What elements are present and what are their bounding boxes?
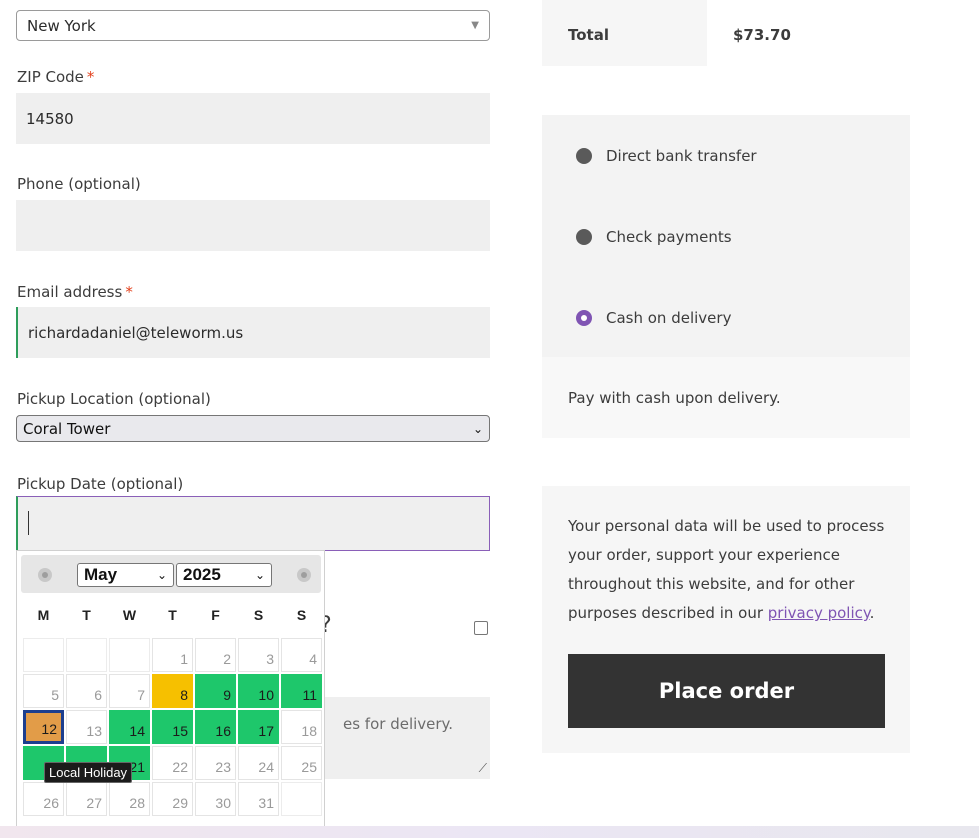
zip-label: ZIP Code * xyxy=(17,68,95,86)
calendar-day: 18 xyxy=(281,710,322,744)
calendar-empty-cell xyxy=(66,638,107,672)
weekday-label: S xyxy=(253,607,264,623)
payment-option-label: Cash on delivery xyxy=(606,309,732,327)
weekday-label: W xyxy=(122,607,137,623)
privacy-panel: Your personal data will be used to proce… xyxy=(542,486,910,753)
calendar-day: 22 xyxy=(152,746,193,780)
calendar-day: 30 xyxy=(195,782,236,816)
chevron-down-icon: ⌄ xyxy=(254,568,265,582)
email-label: Email address * xyxy=(17,283,133,301)
payment-option-cod[interactable]: Cash on delivery xyxy=(576,309,731,327)
weekday-label: M xyxy=(37,607,50,623)
month-select-value: May xyxy=(84,565,118,584)
zip-input[interactable] xyxy=(16,93,490,144)
total-value: $73.70 xyxy=(733,26,791,44)
calendar-day: 27 xyxy=(66,782,107,816)
weekday-label: S xyxy=(296,607,307,623)
pickup-location-value: Coral Tower xyxy=(23,419,111,438)
privacy-notice: Your personal data will be used to proce… xyxy=(568,512,893,628)
calendar-day: 26 xyxy=(23,782,64,816)
required-mark: * xyxy=(86,68,95,86)
calendar-empty-cell xyxy=(281,782,322,816)
calendar-day: 2 xyxy=(195,638,236,672)
calendar-day: 1 xyxy=(152,638,193,672)
phone-label: Phone (optional) xyxy=(17,175,141,193)
total-label-cell: Total xyxy=(542,0,707,66)
weekday-label: T xyxy=(168,607,177,623)
calendar-day: 13 xyxy=(66,710,107,744)
option-checkbox[interactable] xyxy=(474,621,488,635)
calendar-day: 3 xyxy=(238,638,279,672)
calendar-grid: 1234567891011121314151617181920212223242… xyxy=(22,637,323,817)
resize-handle-icon: ⟋ xyxy=(478,761,487,775)
radio-icon[interactable] xyxy=(576,148,592,164)
order-notes-textarea[interactable]: es for delivery. ⟋ xyxy=(300,697,490,779)
calendar-day[interactable]: 17 xyxy=(238,710,279,744)
weekday-label: T xyxy=(82,607,91,623)
datepicker-header: May ⌄ 2025 ⌄ xyxy=(21,555,321,593)
dropdown-arrow-icon: ▼ xyxy=(471,20,479,31)
next-month-icon[interactable] xyxy=(297,568,311,582)
calendar-day[interactable]: 15 xyxy=(152,710,193,744)
calendar-empty-cell xyxy=(109,638,150,672)
total-label: Total xyxy=(568,26,609,44)
calendar-day: 12 xyxy=(23,710,64,744)
calendar-day: 4 xyxy=(281,638,322,672)
text-caret xyxy=(28,511,29,535)
calendar-day: 6 xyxy=(66,674,107,708)
email-input[interactable] xyxy=(16,307,490,358)
payment-option-label: Direct bank transfer xyxy=(606,147,757,165)
bottom-bar xyxy=(0,826,979,838)
payment-option-check[interactable]: Check payments xyxy=(576,228,732,246)
calendar-day: 23 xyxy=(195,746,236,780)
calendar-day: 29 xyxy=(152,782,193,816)
chevron-down-icon: ⌄ xyxy=(156,568,167,582)
month-select[interactable]: May ⌄ xyxy=(77,563,174,587)
chevron-down-icon: ⌄ xyxy=(472,421,483,436)
place-order-button[interactable]: Place order xyxy=(568,654,885,728)
calendar-day: 31 xyxy=(238,782,279,816)
payment-methods: Direct bank transfer Check payments Cash… xyxy=(542,115,910,357)
weekday-label: F xyxy=(211,607,220,623)
pickup-location-label: Pickup Location (optional) xyxy=(17,390,211,408)
year-select[interactable]: 2025 ⌄ xyxy=(176,563,272,587)
privacy-policy-link[interactable]: privacy policy xyxy=(768,604,870,622)
calendar-day[interactable]: 10 xyxy=(238,674,279,708)
calendar-day[interactable]: 16 xyxy=(195,710,236,744)
datepicker: May ⌄ 2025 ⌄ MTWTFSS 1 2 3 4 5 6 7 8 9 10 11 12 13 14… xyxy=(16,550,325,838)
calendar-empty-cell xyxy=(23,638,64,672)
order-notes-placeholder: es for delivery. xyxy=(343,715,454,733)
pickup-location-select[interactable]: Coral Tower ⌄ xyxy=(16,415,490,442)
calendar-day: 5 xyxy=(23,674,64,708)
payment-option-bank-transfer[interactable]: Direct bank transfer xyxy=(576,147,757,165)
calendar-day: 7 xyxy=(109,674,150,708)
holiday-tooltip: Local Holiday xyxy=(44,762,133,783)
privacy-text-end: . xyxy=(869,604,875,622)
phone-input[interactable] xyxy=(16,200,490,251)
radio-checked-icon[interactable] xyxy=(576,310,592,326)
calendar-day[interactable]: 14 xyxy=(109,710,150,744)
calendar-day[interactable]: 8 xyxy=(152,674,193,708)
state-select-value: New York xyxy=(27,16,96,35)
calendar-day: 28 xyxy=(109,782,150,816)
pickup-date-input[interactable] xyxy=(16,496,490,551)
calendar-day[interactable]: 11 xyxy=(281,674,322,708)
required-mark: * xyxy=(125,283,133,301)
calendar-day[interactable]: 9 xyxy=(195,674,236,708)
payment-description-box: Pay with cash upon delivery. xyxy=(542,357,910,438)
year-select-value: 2025 xyxy=(183,565,221,584)
payment-option-label: Check payments xyxy=(606,228,732,246)
calendar-day: 24 xyxy=(238,746,279,780)
state-select[interactable]: New York ▼ xyxy=(16,10,490,41)
prev-month-icon[interactable] xyxy=(38,568,52,582)
payment-description: Pay with cash upon delivery. xyxy=(568,389,781,407)
pickup-date-label: Pickup Date (optional) xyxy=(17,475,184,493)
radio-icon[interactable] xyxy=(576,229,592,245)
calendar-day: 25 xyxy=(281,746,322,780)
